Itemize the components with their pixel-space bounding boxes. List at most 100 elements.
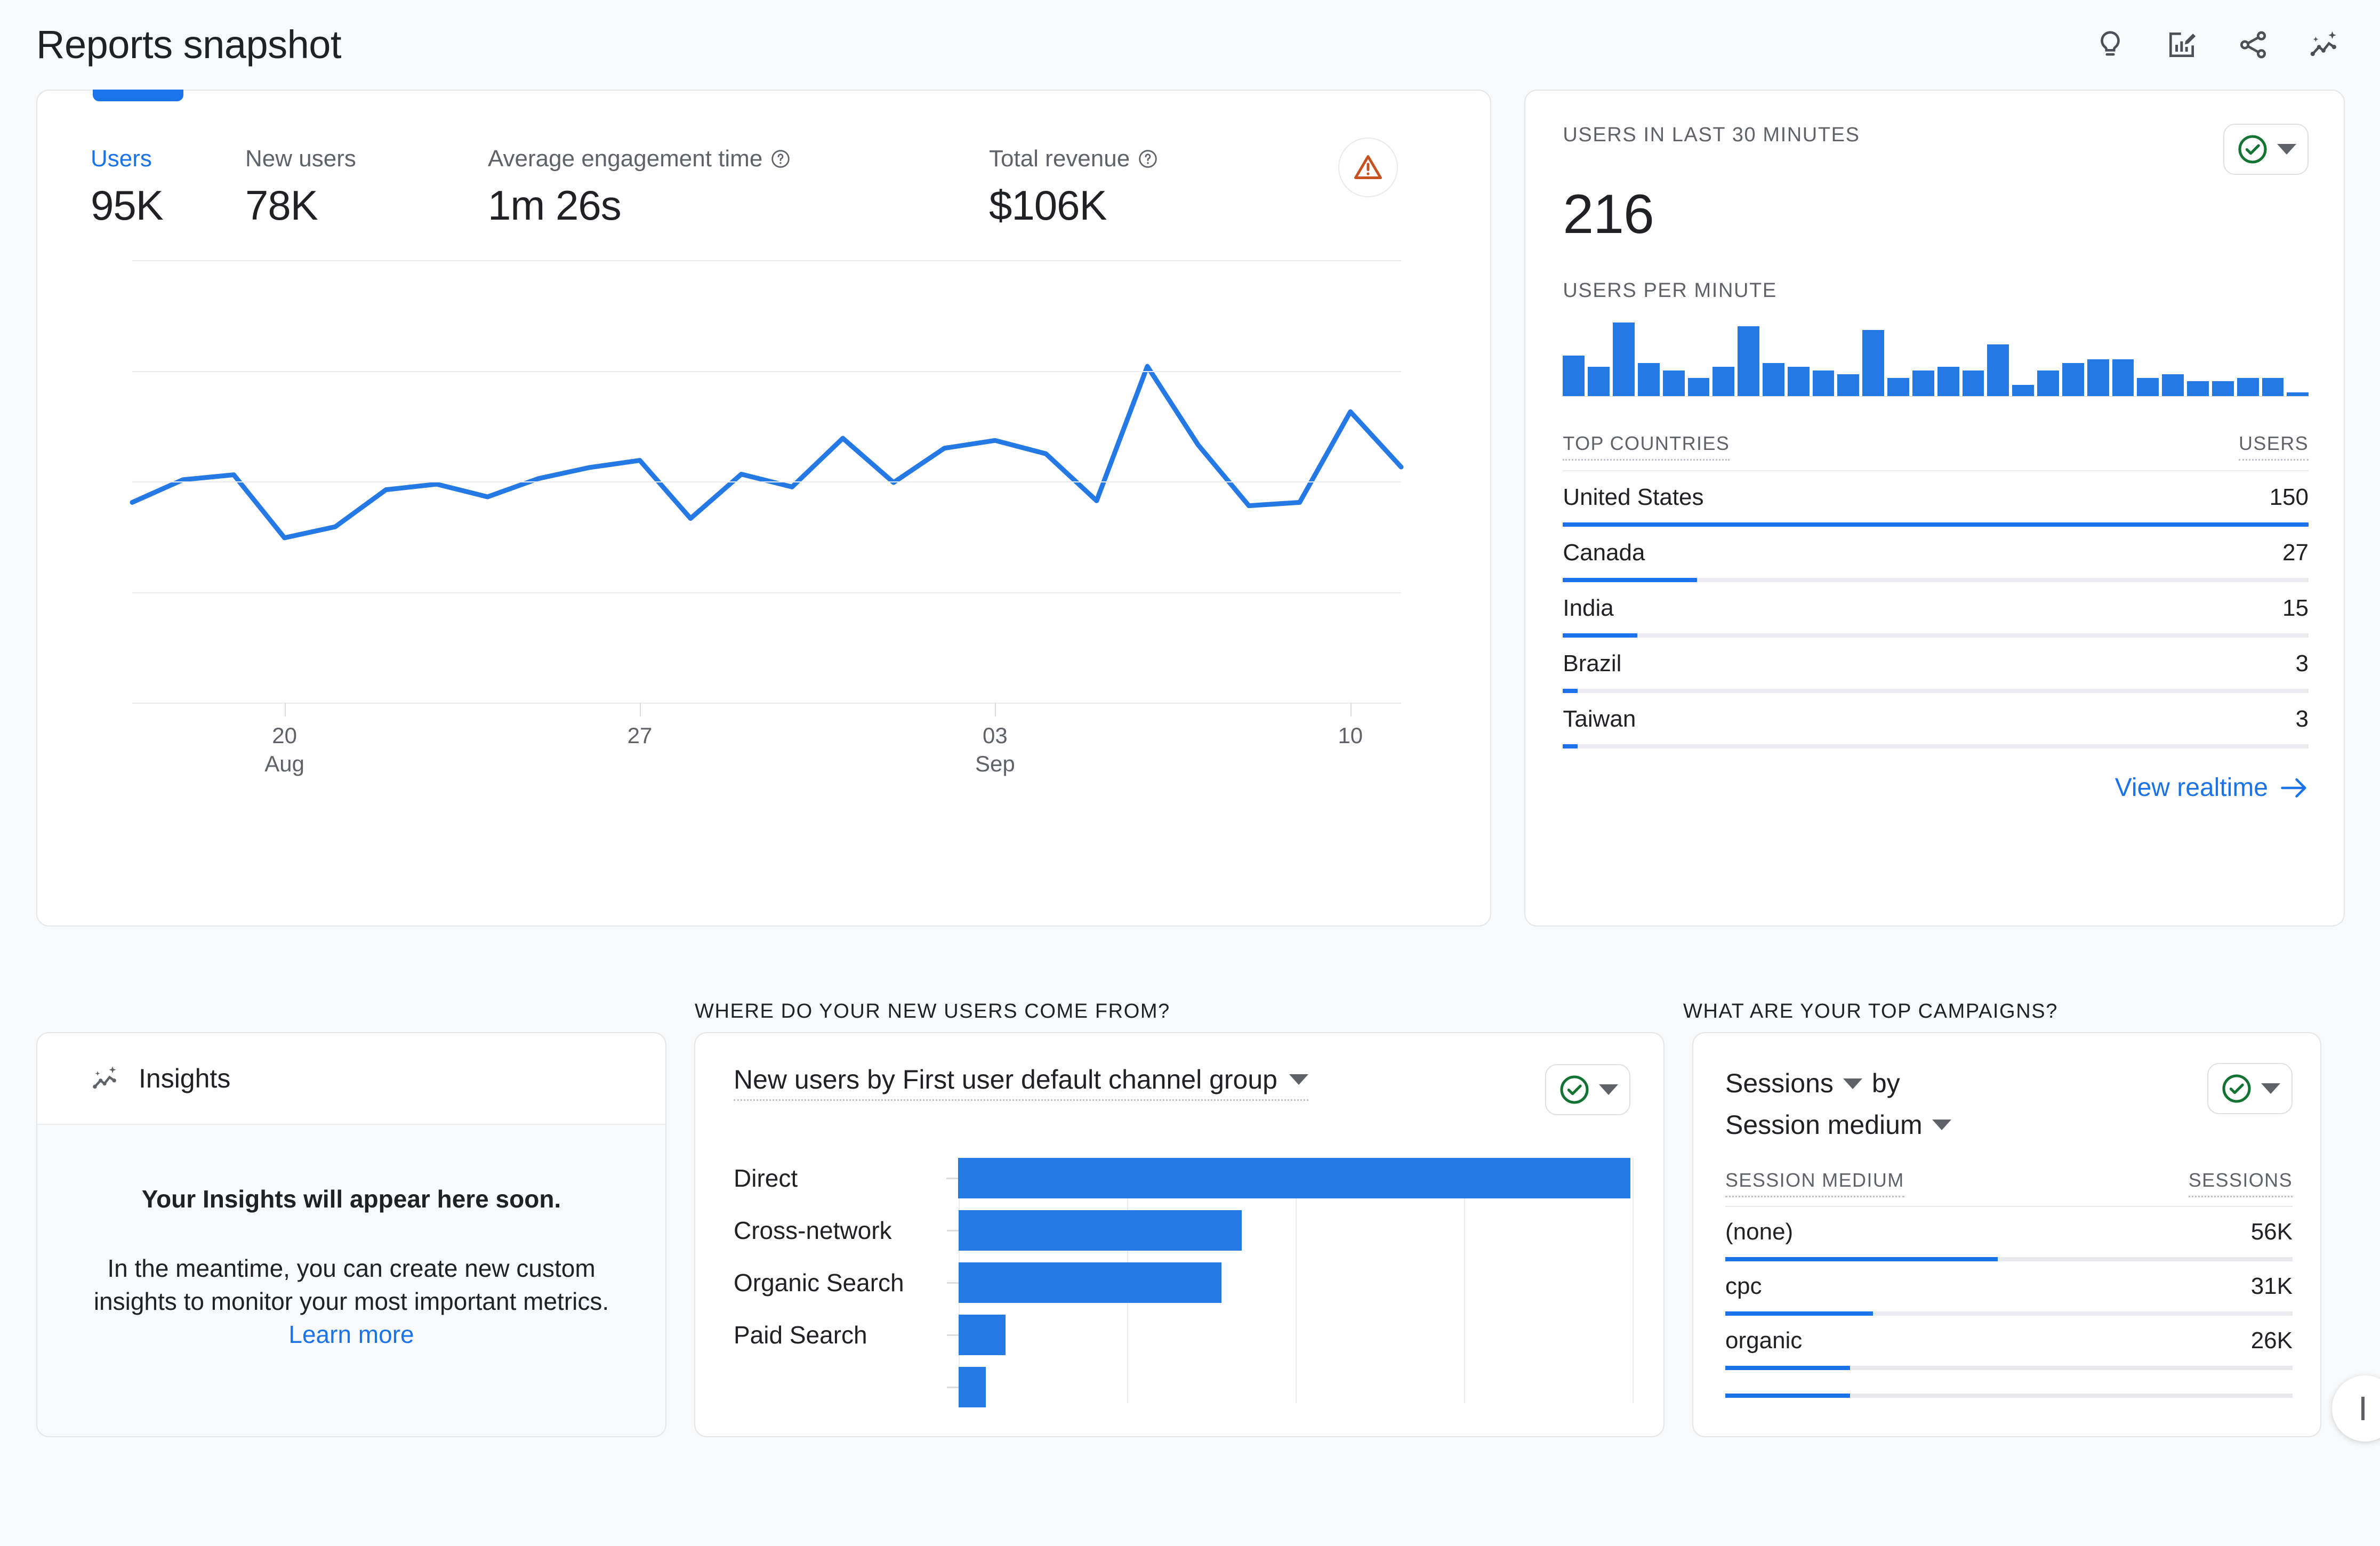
channel-card: New users by First user default channel … [694, 1032, 1665, 1437]
top-countries-dimension-header[interactable]: TOP COUNTRIES [1563, 432, 1730, 461]
gridline [132, 371, 1401, 372]
ai-insights-icon [91, 1064, 120, 1093]
realtime-status-chip[interactable] [2223, 124, 2309, 175]
table-row[interactable]: (none)56K [1725, 1207, 2293, 1261]
metric-label-row: Total revenue [989, 146, 1288, 172]
x-axis-tick-label: 03Sep [975, 722, 1015, 778]
channel-bar-row[interactable]: Organic Search [734, 1262, 1630, 1303]
warning-triangle-icon[interactable] [1338, 138, 1398, 197]
session-medium-name: cpc [1725, 1273, 1762, 1300]
campaign-dimension-selector-row: Session medium [1725, 1105, 1951, 1146]
share-icon[interactable] [2233, 25, 2273, 65]
metric-value: 78K [245, 184, 488, 226]
country-users: 150 [2270, 484, 2309, 511]
chevron-down-icon [1289, 1074, 1308, 1085]
table-row[interactable]: organic26K [1725, 1316, 2293, 1370]
channel-bar-row[interactable] [734, 1367, 1630, 1407]
gridline [1633, 1158, 1634, 1403]
users-per-minute-bar [2012, 385, 2034, 396]
insights-lightbulb-icon[interactable] [2090, 25, 2130, 65]
channel-bar-chart: Direct Cross-network Organic Search Paid Se… [734, 1158, 1630, 1382]
users-per-minute-bar [1613, 323, 1635, 396]
bottom-row: Insights Your Insights will appear here … [0, 1032, 2380, 1437]
axis-tick [946, 1178, 958, 1179]
arrow-right-icon [2280, 777, 2309, 799]
channel-dimension-label: New users by First user default channel … [734, 1064, 1277, 1095]
axis-tick [947, 1334, 959, 1336]
campaign-status-chip[interactable] [2207, 1063, 2293, 1114]
country-bar-track [1563, 744, 2309, 748]
campaign-selectors: Sessions by Session medium [1725, 1063, 1951, 1146]
realtime-user-count: 216 [1563, 187, 2309, 242]
table-row[interactable]: India15 [1563, 582, 2309, 638]
users-per-minute-bar [2062, 363, 2084, 396]
session-medium-value: 56K [2251, 1219, 2293, 1245]
campaign-dimension-header[interactable]: SESSION MEDIUM [1725, 1169, 1904, 1197]
session-bar-fill [1725, 1311, 1873, 1316]
metrics-row: Users 95K New users 78K Average engageme… [37, 91, 1490, 226]
country-name: Canada [1563, 540, 1645, 566]
table-row[interactable]: United States150 [1563, 471, 2309, 527]
country-bar-track [1563, 578, 2309, 582]
users-per-minute-bar [1763, 363, 1784, 396]
users-per-minute-bar [2137, 378, 2159, 397]
channel-card-controls: New users by First user default channel … [734, 1064, 1630, 1115]
channel-bar-row[interactable]: Direct [734, 1158, 1630, 1198]
learn-more-link[interactable]: Learn more [288, 1320, 414, 1348]
x-axis-tick [1350, 703, 1352, 716]
users-per-minute-bar [1688, 378, 1710, 397]
country-bar-fill [1563, 522, 2309, 527]
chevron-down-icon[interactable] [1932, 1120, 1951, 1130]
section-title-campaign: WHAT ARE YOUR TOP CAMPAIGNS? [1683, 1000, 2058, 1023]
session-medium-value: 31K [2251, 1273, 2293, 1300]
metric-value: 1m 26s [488, 184, 989, 226]
insights-header: Insights [37, 1033, 665, 1125]
channel-bar-fill [958, 1158, 1630, 1198]
channel-dimension-selector[interactable]: New users by First user default channel … [734, 1064, 1308, 1101]
top-countries-metric-header[interactable]: USERS [2239, 432, 2309, 461]
metric-users[interactable]: Users 95K [91, 146, 245, 226]
channel-bar-label: Direct [734, 1164, 946, 1193]
table-row[interactable] [1725, 1370, 2293, 1398]
users-per-minute-bar [1837, 374, 1859, 396]
table-row[interactable]: Canada27 [1563, 527, 2309, 582]
ai-insights-icon[interactable] [2304, 25, 2345, 65]
campaign-metric-header[interactable]: SESSIONS [2189, 1169, 2293, 1197]
table-row[interactable]: cpc 31K [1725, 1261, 2293, 1316]
metric-new-users[interactable]: New users 78K [245, 146, 488, 226]
channel-bar-row[interactable]: Paid Search [734, 1315, 1630, 1355]
campaign-rows: (none)56K cpc 31K organic26K [1725, 1207, 2293, 1398]
users-per-minute-bar [2162, 374, 2184, 396]
country-users: 3 [2296, 706, 2309, 732]
table-row[interactable]: Taiwan3 [1563, 693, 2309, 748]
channel-status-chip[interactable] [1545, 1064, 1630, 1115]
country-users: 3 [2296, 650, 2309, 677]
channel-bar-row[interactable]: Cross-network [734, 1210, 1630, 1251]
metric-total-revenue[interactable]: Total revenue $106K [989, 146, 1288, 226]
help-icon[interactable] [1137, 148, 1159, 170]
view-realtime-link[interactable]: View realtime [1563, 773, 2309, 802]
country-bar-fill [1563, 689, 1578, 693]
chevron-down-icon[interactable] [1843, 1078, 1862, 1089]
country-bar-fill [1563, 633, 1637, 638]
users-per-minute-bar [2212, 381, 2234, 396]
header-actions [2090, 25, 2345, 65]
line-chart-plot: 02K4K6K8K20Aug2703Sep10 [132, 260, 1401, 703]
users-per-minute-bar [1638, 363, 1660, 396]
channel-bar-label: Organic Search [734, 1268, 947, 1297]
x-axis-tick-label: 20Aug [264, 722, 304, 778]
country-bar-track [1563, 633, 2309, 638]
axis-tick [947, 1387, 959, 1388]
users-per-minute-bar [1813, 371, 1835, 396]
campaign-card: Sessions by Session medium SESSION MEDIU… [1692, 1032, 2321, 1437]
campaign-dimension-selector[interactable]: Session medium [1725, 1105, 1923, 1146]
metric-label-row: Average engagement time [488, 146, 989, 172]
campaign-metric-selector[interactable]: Sessions [1725, 1063, 1834, 1105]
help-icon[interactable] [770, 148, 791, 170]
table-row[interactable]: Brazil3 [1563, 638, 2309, 693]
chevron-down-icon [1599, 1084, 1618, 1095]
users-per-minute-bar [2112, 359, 2134, 396]
metric-avg-engagement-time[interactable]: Average engagement time 1m 26s [488, 146, 989, 226]
users-per-minute-bar [1987, 344, 2009, 396]
edit-report-icon[interactable] [2161, 25, 2202, 65]
